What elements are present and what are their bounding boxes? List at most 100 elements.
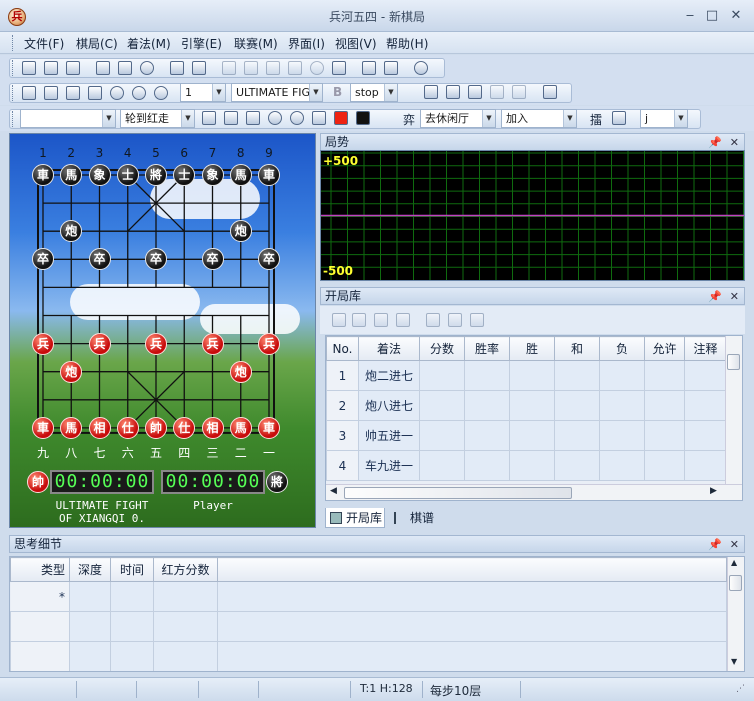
scroll-thumb[interactable] [727,354,740,370]
menu-file[interactable]: 文件(F) [24,35,64,52]
chess-board[interactable]: 123456789 九八七六五四三二一 車馬象士將士象馬車炮炮卒卒卒卒卒兵兵兵兵… [9,133,316,528]
new-icon[interactable] [22,61,36,75]
clock-icon[interactable] [290,111,304,125]
red-piece[interactable]: 帥 [145,416,167,439]
level-select[interactable]: j ▼ [640,109,688,128]
table-icon[interactable] [424,85,438,99]
red-piece[interactable]: 兵 [258,332,280,355]
menu-game[interactable]: 棋局(C) [76,35,118,52]
join-select[interactable]: 加入 ▼ [501,109,577,128]
column-header[interactable]: 胜率 [464,336,510,361]
opening-horizontal-scrollbar[interactable]: ◀ ▶ [326,484,742,500]
filter-icon[interactable] [352,313,366,327]
column-header[interactable]: 允许 [644,336,685,361]
black-piece[interactable]: 士 [116,164,139,186]
next-move-icon[interactable] [266,61,280,75]
red-monitor-icon[interactable] [88,86,102,100]
table-row[interactable] [10,611,727,642]
red-piece[interactable]: 炮 [60,360,83,383]
close-button[interactable]: ✕ [726,8,746,24]
menu-interface[interactable]: 界面(I) [288,35,325,52]
title-bar[interactable]: 兵 兵河五四 - 新棋局 ‒ □ ✕ [0,0,754,32]
pin-icon[interactable]: 📌 [708,537,722,553]
gray-square-icon[interactable] [312,111,326,125]
maximize-button[interactable]: □ [702,8,722,24]
chevron-down-icon[interactable]: ▼ [384,84,397,101]
chevron-down-icon[interactable]: ▼ [309,84,322,101]
merge-icon[interactable] [448,313,462,327]
settings-icon[interactable] [140,61,154,75]
bold-button[interactable]: B [333,85,342,99]
table-row[interactable]: 4 车九进一 [326,450,727,481]
red-piece[interactable]: 兵 [88,332,111,355]
edit-icon[interactable] [426,313,440,327]
table-row[interactable]: 2 炮八进七 [326,390,727,421]
menu-league[interactable]: 联赛(M) [234,35,278,52]
close-icon[interactable]: ✕ [730,135,739,151]
window-icon[interactable] [384,61,398,75]
black-piece[interactable]: 將 [145,164,167,186]
pin-icon[interactable]: 📌 [708,289,722,305]
open-icon[interactable] [44,61,58,75]
engine-select[interactable]: ULTIMATE FIG ▼ [231,83,323,102]
black-piece[interactable]: 卒 [88,248,111,271]
save-icon[interactable] [66,61,80,75]
pen-icon[interactable] [224,111,238,125]
lightning-icon[interactable] [332,313,346,327]
toolbar-grip-2[interactable] [12,85,15,101]
pin-icon[interactable]: 📌 [708,135,722,151]
table-row[interactable]: 1 炮二进七 [326,360,727,391]
person-icon[interactable] [268,111,282,125]
menu-engine[interactable]: 引擎(E) [181,35,222,52]
red-piece[interactable]: 仕 [173,416,196,439]
red-piece[interactable]: 相 [201,416,224,439]
monitor-icon[interactable] [66,86,80,100]
chevron-down-icon[interactable]: ▼ [563,110,576,127]
screenshot-icon[interactable] [118,61,132,75]
scroll-down-icon[interactable]: ▼ [731,657,737,666]
scroll-right-icon[interactable]: ▶ [710,486,717,496]
table-row[interactable]: * [10,581,727,612]
resize-grip-icon[interactable]: ⋰ [736,684,745,694]
computer-icon[interactable] [202,111,216,125]
red-piece[interactable]: 仕 [116,416,139,439]
scroll-thumb[interactable] [344,487,572,499]
scroll-up-icon[interactable]: ▲ [731,558,737,567]
red-piece[interactable]: 馬 [229,416,252,439]
prev-move-icon[interactable] [244,61,258,75]
load-engine-icon[interactable] [22,86,36,100]
close-icon[interactable]: ✕ [730,289,739,305]
number-select[interactable]: 1 ▼ [180,83,226,102]
yi-label[interactable]: 弈 [403,111,415,128]
empty-select[interactable]: ▼ [20,109,116,128]
eraser-icon[interactable] [396,313,410,327]
tab-opening-book[interactable]: 开局库 [325,508,385,528]
flip-board-icon[interactable] [96,61,110,75]
chevron-down-icon[interactable]: ▼ [181,110,194,127]
red-piece[interactable]: 車 [258,416,280,439]
red-piece[interactable]: 炮 [229,360,252,383]
column-header[interactable]: 负 [599,336,645,361]
scroll-left-icon[interactable]: ◀ [330,486,337,496]
column-header[interactable]: 深度 [69,557,111,582]
black-piece[interactable]: 卒 [201,248,224,271]
column-header[interactable]: No. [326,336,359,361]
column-header[interactable]: 注释 [684,336,727,361]
thinking-vertical-scrollbar[interactable]: ▲ ▼ [727,557,744,671]
chevron-down-icon[interactable]: ▼ [482,110,495,127]
delete-icon[interactable] [470,313,484,327]
red-square-icon[interactable] [334,111,348,125]
table-row[interactable] [10,641,727,671]
chevron-down-icon[interactable]: ▼ [674,110,687,127]
stamp-icon[interactable] [246,111,260,125]
column-header[interactable]: 和 [554,336,600,361]
menu-grip[interactable] [12,35,15,51]
black-piece[interactable]: 象 [201,164,224,186]
last-move-icon[interactable] [288,61,302,75]
pick-label[interactable]: 擂 [590,111,602,128]
column-header[interactable]: 时间 [110,557,154,582]
menu-help[interactable]: 帮助(H) [386,35,428,52]
red-piece[interactable]: 相 [88,416,111,439]
board-editor-icon[interactable] [362,61,376,75]
stop-select[interactable]: stop ▼ [350,83,398,102]
